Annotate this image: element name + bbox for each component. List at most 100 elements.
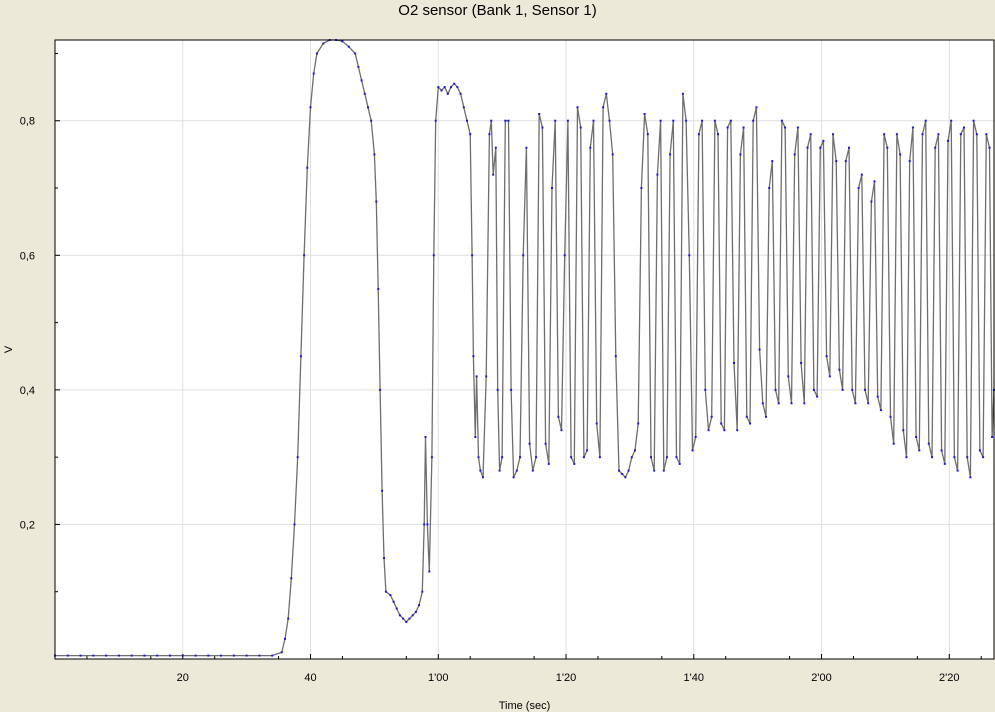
x-axis-title: Time (sec) bbox=[499, 700, 551, 712]
data-point bbox=[446, 92, 449, 95]
data-point bbox=[681, 92, 684, 95]
data-point bbox=[943, 462, 946, 465]
data-point bbox=[966, 456, 969, 459]
data-point bbox=[963, 126, 965, 129]
data-point bbox=[768, 187, 771, 189]
data-point bbox=[899, 153, 902, 156]
data-point bbox=[816, 395, 819, 398]
data-point bbox=[611, 153, 614, 156]
data-point bbox=[790, 402, 793, 405]
data-point bbox=[953, 456, 956, 459]
data-point bbox=[777, 402, 780, 405]
data-point bbox=[886, 146, 889, 149]
data-point bbox=[494, 146, 497, 149]
data-point bbox=[947, 139, 949, 142]
data-point bbox=[621, 473, 624, 475]
data-point bbox=[299, 355, 302, 358]
data-point bbox=[691, 449, 694, 452]
data-point bbox=[761, 402, 764, 405]
data-point bbox=[867, 402, 870, 405]
data-point bbox=[873, 180, 876, 183]
data-point bbox=[848, 146, 850, 149]
data-point bbox=[573, 462, 576, 465]
data-point bbox=[535, 456, 537, 459]
data-point bbox=[892, 442, 895, 445]
data-point bbox=[579, 126, 582, 129]
data-point bbox=[566, 119, 569, 122]
data-point bbox=[595, 422, 598, 425]
data-point bbox=[375, 200, 378, 203]
data-point bbox=[492, 173, 495, 176]
plot-area bbox=[55, 40, 994, 659]
data-point bbox=[194, 654, 197, 657]
data-point bbox=[822, 139, 825, 142]
data-point bbox=[870, 200, 873, 203]
data-point bbox=[377, 287, 380, 290]
data-point bbox=[841, 388, 844, 391]
data-point bbox=[466, 119, 468, 122]
data-point bbox=[736, 429, 739, 432]
data-point bbox=[908, 160, 911, 163]
data-point bbox=[662, 469, 665, 472]
data-point bbox=[381, 489, 384, 492]
data-point bbox=[832, 133, 834, 136]
data-point bbox=[462, 106, 465, 109]
data-point bbox=[857, 187, 860, 189]
chart-svg: 20 40 1'00 1'20 1'40 2'00 2'20 0,2 0,4 0,6 0,8 Tim… bbox=[3, 39, 995, 712]
data-point bbox=[723, 429, 726, 432]
data-point bbox=[181, 654, 184, 657]
data-point bbox=[428, 570, 431, 573]
data-point bbox=[531, 469, 534, 472]
data-point bbox=[367, 106, 369, 109]
data-point bbox=[710, 415, 713, 418]
data-point bbox=[469, 133, 472, 136]
data-point bbox=[544, 442, 547, 445]
data-point bbox=[456, 86, 459, 89]
data-point bbox=[765, 415, 767, 418]
data-point bbox=[405, 621, 408, 623]
x-tick-label: 2'20 bbox=[939, 672, 959, 684]
data-point bbox=[707, 429, 710, 432]
data-point bbox=[432, 254, 435, 257]
data-point bbox=[471, 254, 474, 257]
data-point bbox=[258, 654, 261, 657]
data-point bbox=[653, 469, 656, 472]
data-point bbox=[498, 469, 501, 472]
data-point bbox=[752, 119, 755, 122]
data-point bbox=[130, 654, 133, 657]
data-point bbox=[576, 106, 579, 109]
data-point bbox=[902, 429, 905, 432]
x-tick-label: 20 bbox=[177, 672, 189, 684]
data-point bbox=[563, 254, 566, 257]
data-point bbox=[991, 436, 994, 438]
data-point bbox=[105, 654, 108, 657]
data-point bbox=[143, 654, 146, 657]
data-point bbox=[755, 106, 758, 109]
data-point bbox=[608, 119, 611, 122]
data-point bbox=[510, 388, 513, 391]
data-point bbox=[787, 375, 790, 378]
data-point bbox=[496, 388, 499, 391]
data-point bbox=[443, 86, 446, 89]
data-point bbox=[522, 254, 525, 257]
x-tick-label: 1'00 bbox=[428, 672, 448, 684]
data-point bbox=[303, 254, 306, 257]
data-point bbox=[749, 422, 751, 425]
data-point bbox=[322, 42, 325, 45]
data-point bbox=[844, 160, 847, 163]
data-point bbox=[426, 523, 429, 526]
data-point bbox=[975, 133, 978, 136]
data-point bbox=[504, 119, 507, 122]
data-point bbox=[656, 173, 659, 176]
data-point bbox=[379, 388, 382, 391]
data-point bbox=[220, 654, 223, 657]
data-point bbox=[315, 52, 318, 55]
data-point bbox=[851, 388, 854, 391]
data-point bbox=[586, 449, 589, 452]
data-point bbox=[293, 523, 296, 526]
data-point bbox=[895, 133, 898, 136]
data-point bbox=[640, 187, 643, 189]
data-point bbox=[634, 449, 636, 452]
data-point bbox=[477, 456, 480, 459]
data-point bbox=[525, 146, 528, 149]
